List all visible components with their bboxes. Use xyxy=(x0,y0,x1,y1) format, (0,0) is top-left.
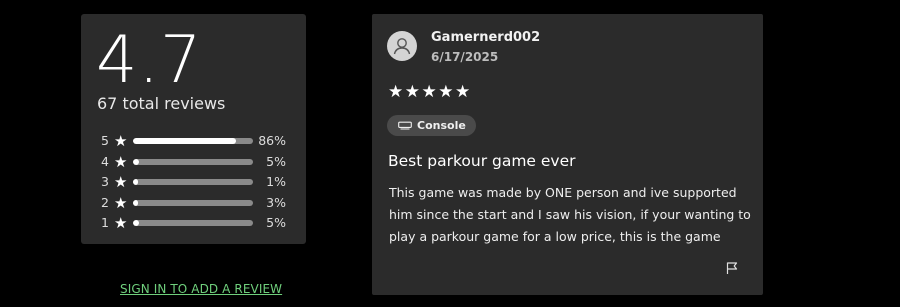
flag-icon[interactable] xyxy=(725,260,739,274)
rating-bar-fill xyxy=(133,199,138,206)
rating-row-stars: 2 xyxy=(101,194,109,210)
review-card: Gamernerd002 6/17/2025 ★★★★★ Console Bes… xyxy=(372,14,763,295)
rating-bar-fill xyxy=(133,138,237,144)
review-date: 6/17/2025 xyxy=(431,50,499,64)
rating-bar-track xyxy=(133,220,253,226)
rating-bar-track xyxy=(133,179,253,185)
rating-row-stars: 5 xyxy=(101,133,109,148)
rating-row-stars: 1 xyxy=(101,215,109,230)
rating-bar-fill xyxy=(133,220,139,226)
rating-distribution: 5 ★ 86% 4 ★ 5% 3 ★ 1% 2 ★ 3% 1 ★ 5% xyxy=(81,132,306,235)
star-icon: ★ xyxy=(114,193,128,212)
review-title: Best parkour game ever xyxy=(388,152,576,170)
rating-row-5: 5 ★ 86% xyxy=(81,132,306,153)
rating-row-percent: 5% xyxy=(266,153,286,169)
rating-bar-track xyxy=(133,199,253,206)
star-icon: ★ xyxy=(114,173,128,191)
rating-bar-fill xyxy=(133,179,138,185)
platform-badge: Console xyxy=(387,115,476,136)
star-icon: ★ xyxy=(114,214,128,232)
ratings-summary-card: 4.7 67 total reviews 5 ★ 86% 4 ★ 5% 3 ★ … xyxy=(81,14,306,244)
rating-row-percent: 5% xyxy=(266,215,286,230)
reviewer-name: Gamernerd002 xyxy=(431,30,541,45)
review-body: This game was made by ONE person and ive… xyxy=(389,185,751,244)
average-rating: 4.7 xyxy=(96,23,203,98)
console-icon xyxy=(398,121,412,130)
rating-row-percent: 3% xyxy=(266,194,286,210)
star-icon: ★ xyxy=(114,152,128,171)
review-star-rating: ★★★★★ xyxy=(388,82,472,102)
total-reviews-count: 67 total reviews xyxy=(97,94,226,113)
rating-row-3: 3 ★ 1% xyxy=(81,173,306,194)
rating-row-percent: 86% xyxy=(258,133,286,148)
rating-row-stars: 3 xyxy=(101,174,109,189)
sign-in-to-review-link[interactable]: SIGN IN TO ADD A REVIEW xyxy=(120,282,282,297)
rating-row-2: 2 ★ 3% xyxy=(81,194,306,215)
rating-bar-fill xyxy=(133,158,139,165)
rating-row-percent: 1% xyxy=(266,174,286,189)
platform-label: Console xyxy=(417,118,466,132)
rating-row-stars: 4 xyxy=(101,153,109,169)
rating-bar-track xyxy=(133,138,253,144)
star-icon: ★ xyxy=(114,132,128,150)
rating-row-4: 4 ★ 5% xyxy=(81,153,306,174)
rating-row-1: 1 ★ 5% xyxy=(81,214,306,235)
rating-bar-track xyxy=(133,158,253,165)
user-icon xyxy=(387,31,417,61)
